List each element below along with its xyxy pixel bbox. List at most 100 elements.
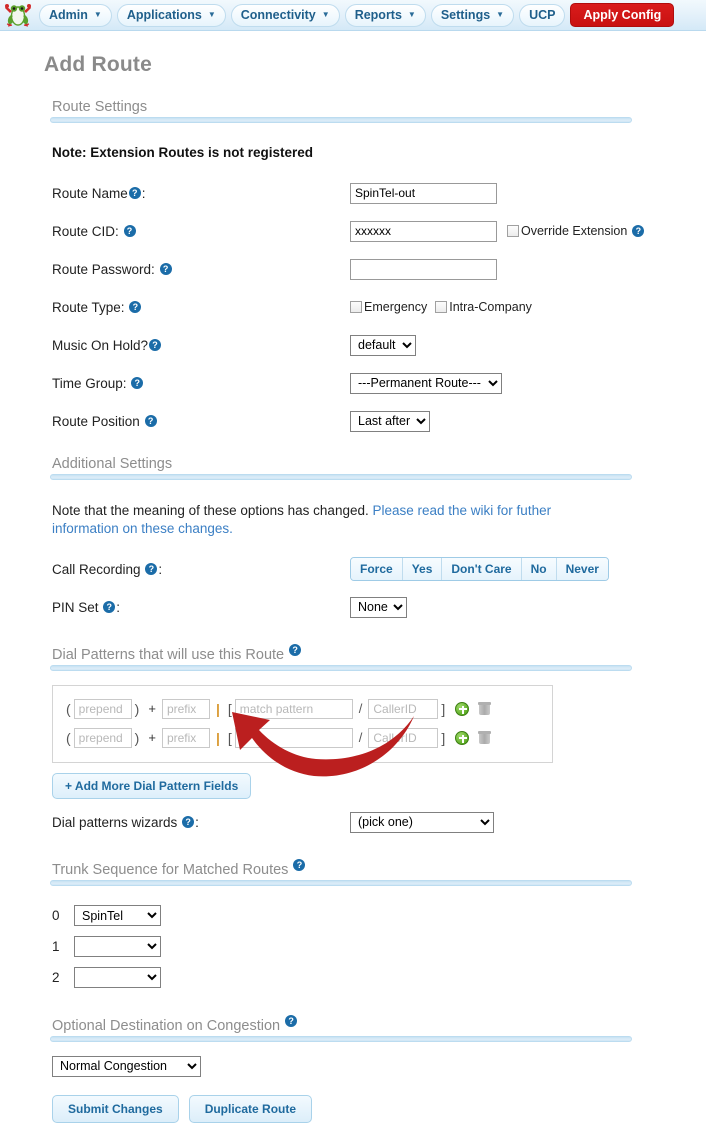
time-group-select[interactable]: ---Permanent Route--- — [350, 372, 502, 394]
route-password-input[interactable] — [350, 258, 497, 280]
label-text: Route CID: — [52, 223, 119, 239]
dial-pattern-match-input-row-2[interactable] — [234, 727, 353, 748]
field-row-route-cid: Route CID: ? Override Extension ? — [52, 212, 650, 250]
nav-item-label: Connectivity — [240, 8, 316, 22]
add-dial-pattern-icon[interactable] — [455, 730, 470, 745]
help-icon[interactable]: ? — [159, 262, 172, 275]
route-cid-input[interactable] — [350, 220, 497, 242]
field-row-call-recording: Call Recording ?: Force Yes Don't Care N… — [52, 550, 650, 588]
music-on-hold-label: Music On Hold?? — [52, 338, 350, 353]
nav-item-label: Applications — [126, 8, 202, 22]
dial-pattern-prepend-input-row-1[interactable] — [73, 698, 132, 719]
help-icon[interactable]: ? — [285, 1015, 298, 1028]
add-dial-pattern-icon[interactable] — [455, 701, 470, 716]
route-name-input[interactable] — [350, 182, 497, 204]
chevron-down-icon: ▼ — [93, 10, 102, 19]
intra-company-checkbox[interactable] — [435, 301, 448, 313]
trunk-select-0[interactable]: SpinTel — [74, 905, 161, 927]
page-title: Add Route — [44, 53, 152, 76]
trunk-select-2[interactable] — [74, 967, 161, 989]
section-title: Route Settings — [50, 99, 650, 115]
help-icon[interactable]: ? — [144, 414, 157, 427]
section-dial-patterns: Dial Patterns that will use this Route ? — [50, 644, 650, 672]
open-paren: ( — [66, 700, 71, 717]
field-row-route-password: Route Password: ? — [52, 250, 650, 288]
slash-symbol: / — [358, 730, 363, 746]
form-content: Route Settings Note: Extension Routes is… — [50, 99, 650, 1123]
additional-settings-note: Note that the meaning of these options h… — [52, 502, 612, 538]
call-recording-option-force[interactable]: Force — [351, 558, 403, 581]
nav-item-settings[interactable]: Settings ▼ — [430, 3, 515, 27]
chevron-down-icon: ▼ — [496, 10, 505, 19]
emergency-checkbox[interactable] — [350, 301, 362, 313]
help-icon[interactable]: ? — [128, 186, 141, 199]
dial-pattern-callerid-input-row-1[interactable] — [368, 698, 439, 719]
help-icon[interactable]: ? — [632, 225, 645, 237]
dial-patterns-wizards-select[interactable]: (pick one) — [350, 811, 494, 833]
dial-pattern-callerid-input-row-2[interactable] — [368, 727, 439, 748]
open-paren: ( — [66, 729, 71, 746]
override-extension-checkbox[interactable] — [507, 225, 519, 237]
help-icon[interactable]: ? — [123, 224, 136, 237]
help-icon[interactable]: ? — [182, 815, 195, 828]
music-on-hold-select[interactable]: default — [350, 334, 416, 356]
help-icon[interactable]: ? — [145, 562, 158, 575]
section-divider — [50, 880, 632, 887]
route-type-label: Route Type: ? — [52, 300, 350, 315]
route-position-label: Route Position ? — [52, 414, 350, 429]
time-group-label: Time Group: ? — [52, 376, 350, 391]
route-position-select[interactable]: Last after — [350, 410, 430, 432]
optional-destination-select[interactable]: Normal Congestion — [52, 1055, 201, 1077]
apply-config-button[interactable]: Apply Config — [570, 3, 675, 27]
section-title: Trunk Sequence for Matched Routes ? — [50, 859, 650, 878]
pipe-symbol: | — [215, 729, 220, 746]
pin-set-select[interactable]: None — [350, 596, 407, 618]
section-route-settings: Route Settings — [50, 99, 650, 123]
dial-pattern-prepend-input-row-2[interactable] — [73, 727, 132, 748]
label-text: Route Position — [52, 413, 140, 429]
field-row-dial-patterns-wizards: Dial patterns wizards ?: (pick one) — [52, 803, 650, 841]
call-recording-option-yes[interactable]: Yes — [402, 558, 443, 581]
dial-pattern-prefix-input-row-2[interactable] — [161, 727, 210, 748]
section-divider — [50, 1035, 632, 1042]
section-title-label: Additional Settings — [52, 456, 173, 472]
plus-symbol: + — [148, 730, 156, 746]
chevron-down-icon: ▼ — [207, 10, 216, 19]
label-text: Time Group: — [52, 375, 127, 391]
label-text: Call Recording — [52, 561, 141, 577]
nav-item-label: UCP — [529, 8, 556, 22]
dial-pattern-prefix-input-row-1[interactable] — [161, 698, 210, 719]
trunk-select-1[interactable] — [74, 936, 161, 958]
nav-item-ucp[interactable]: UCP — [519, 3, 566, 27]
trash-icon[interactable] — [478, 731, 492, 745]
help-icon[interactable]: ? — [103, 600, 116, 613]
call-recording-option-never[interactable]: Never — [556, 558, 608, 581]
duplicate-route-button[interactable]: Duplicate Route — [188, 1094, 313, 1123]
add-more-dial-pattern-fields-button[interactable]: + Add More Dial Pattern Fields — [52, 773, 252, 800]
help-icon[interactable]: ? — [293, 859, 306, 872]
label-text: Dial patterns wizards — [52, 814, 178, 830]
trash-icon[interactable] — [478, 702, 492, 716]
field-row-music-on-hold: Music On Hold?? default — [52, 326, 650, 364]
help-icon[interactable]: ? — [149, 338, 162, 351]
open-bracket: [ — [227, 729, 232, 746]
help-icon[interactable]: ? — [131, 376, 144, 389]
nav-item-applications[interactable]: Applications ▼ — [116, 3, 226, 27]
call-recording-option-dont-care[interactable]: Don't Care — [442, 558, 522, 581]
submit-changes-button[interactable]: Submit Changes — [52, 1094, 179, 1123]
nav-item-connectivity[interactable]: Connectivity ▼ — [230, 3, 340, 27]
freepbx-frog-logo-icon[interactable] — [4, 3, 32, 27]
help-icon[interactable]: ? — [289, 644, 302, 657]
plus-symbol: + — [148, 701, 156, 717]
nav-item-admin[interactable]: Admin ▼ — [39, 3, 112, 27]
trunk-index: 2 — [52, 970, 60, 986]
nav-item-reports[interactable]: Reports ▼ — [344, 3, 426, 27]
help-icon[interactable]: ? — [129, 300, 142, 313]
label-text: Route Password: — [52, 261, 155, 277]
nav-item-label: Settings — [440, 8, 491, 22]
close-bracket: ] — [441, 700, 446, 717]
intra-company-label: Intra-Company — [449, 300, 532, 314]
chevron-down-icon: ▼ — [321, 10, 330, 19]
call-recording-option-no[interactable]: No — [521, 558, 557, 581]
dial-pattern-match-input-row-1[interactable] — [234, 698, 353, 719]
